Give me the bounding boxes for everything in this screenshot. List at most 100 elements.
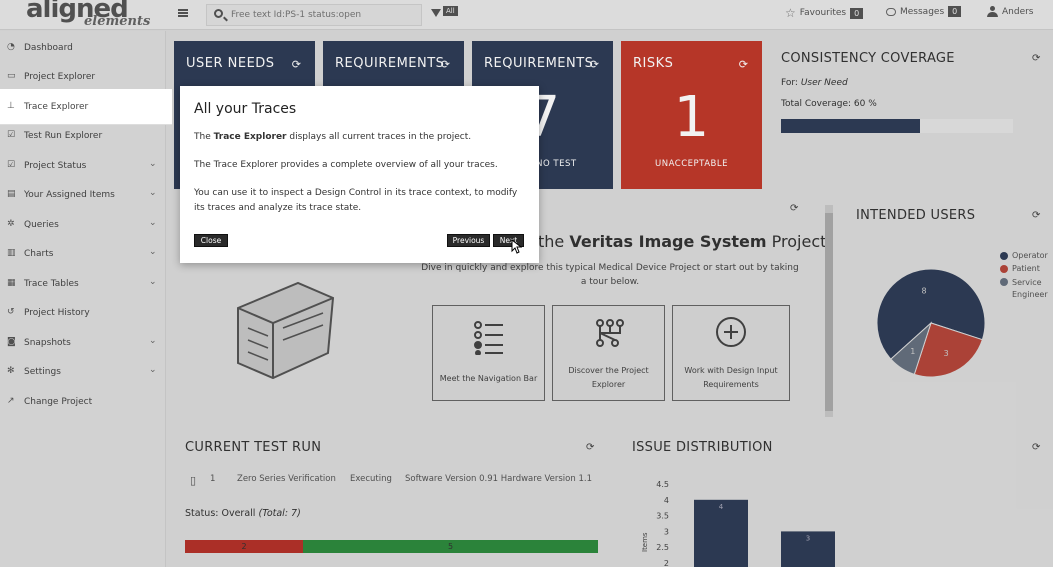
list-icon [474,321,503,355]
legend-swatch [1000,278,1008,286]
test-run-name[interactable]: Zero Series Verification [237,474,336,484]
tile-title: REQUIREMENTS [335,56,445,71]
close-button[interactable]: Close [194,234,228,247]
sidebar-item-queries[interactable]: ✲ Queries ⌄ [0,210,166,239]
welcome-heading-prefix: the [538,232,565,251]
tasks-icon: ☑ [7,160,16,170]
pie-slice-label: 8 [921,286,926,295]
chevron-down-icon: ⌄ [149,218,157,228]
coverage-for-label: For: [781,78,798,88]
tour-card-label: Work with Design Input Requirements [684,366,778,389]
mouse-cursor-icon [511,239,522,254]
sidebar-item-label: Settings [24,367,61,377]
chevron-down-icon: ⌄ [149,188,157,198]
top-bar: aligned elements All ☆ Favourites 0 Mess… [0,0,1053,30]
tile-risks[interactable]: RISKS ⟳ 1 UNACCEPTABLE [621,41,762,189]
bar-chart-icon: ▥ [7,248,16,258]
refresh-icon[interactable]: ⟳ [1032,442,1040,453]
camera-icon: ◙ [7,337,16,347]
refresh-icon[interactable]: ⟳ [1032,53,1040,64]
scrollbar-thumb[interactable] [825,213,833,411]
sidebar-item-project-status[interactable]: ☑ Project Status ⌄ [0,151,166,180]
legend-swatch [1000,265,1008,273]
star-icon: ☆ [785,6,796,20]
hamburger-menu-icon[interactable] [178,9,188,17]
legend-label: Service Engineer [1012,278,1048,299]
refresh-icon[interactable]: ⟳ [590,58,599,71]
tour-dialog-p1: The Trace Explorer displays all current … [194,130,524,145]
tour-card-project-explorer[interactable]: Discover the Project Explorer [552,305,665,401]
messages-count: 0 [948,6,962,17]
coverage-total-label: Total Coverage: [781,99,852,109]
coverage-for: For: User Need [781,78,848,88]
y-tick-label: 2.5 [656,543,669,552]
y-tick-label: 4.5 [656,480,669,489]
refresh-icon[interactable]: ⟳ [790,203,798,214]
welcome-heading-suffix: Project [771,232,827,251]
test-run-id: 1 [210,474,216,484]
tour-card-navigation[interactable]: Meet the Navigation Bar [432,305,545,401]
refresh-icon[interactable]: ⟳ [441,58,450,71]
sidebar-item-label: Snapshots [24,338,71,348]
sidebar-item-label: Queries [24,220,59,230]
refresh-icon[interactable]: ⟳ [739,58,748,71]
sidebar-item-label: Project Status [24,161,87,171]
coverage-for-value: User Need [800,78,848,88]
refresh-icon[interactable]: ⟳ [292,58,301,71]
sidebar-item-project-history[interactable]: ↺ Project History [0,298,166,327]
filter-toggle[interactable]: All [431,6,458,22]
sidebar-item-charts[interactable]: ▥ Charts ⌄ [0,239,166,268]
chat-bubble-icon [886,7,896,16]
user-icon [987,6,998,17]
search-input[interactable] [231,7,417,23]
coverage-total: Total Coverage: 60 % [781,99,877,109]
filter-badge: All [443,6,458,16]
test-run-state: Executing [350,474,392,484]
sidebar-item-dashboard[interactable]: ◔ Dashboard [0,33,166,62]
sidebar-item-trace-explorer[interactable]: ⊥ Trace Explorer [0,89,172,125]
table-icon: ▦ [7,278,16,288]
sidebar-item-assigned-items[interactable]: ▤ Your Assigned Items ⌄ [0,180,166,209]
issue-distribution-title: ISSUE DISTRIBUTION [632,440,773,455]
user-menu[interactable]: Anders [987,6,1034,17]
search-icon [214,9,223,18]
welcome-text: Dive in quickly and explore this typical… [421,263,799,287]
refresh-icon[interactable]: ⟳ [586,442,594,453]
legend-patient[interactable]: Patient [1000,264,1040,273]
tile-title: USER NEEDS [186,56,275,71]
tour-p1-bold: Trace Explorer [213,132,287,142]
gear-icon: ✻ [7,366,15,376]
sidebar-item-trace-tables[interactable]: ▦ Trace Tables ⌄ [0,269,166,298]
filter-icon [431,9,441,17]
coverage-progress-bar [781,119,1013,133]
sidebar-item-snapshots[interactable]: ◙ Snapshots ⌄ [0,328,166,357]
favourites-label: Favourites [799,8,847,18]
sidebar-item-settings[interactable]: ✻ Settings ⌄ [0,357,166,386]
favourites-button[interactable]: ☆ Favourites 0 [785,6,864,20]
test-run-title: CURRENT TEST RUN [185,440,322,455]
tour-card-design-input[interactable]: Work with Design Input Requirements [672,305,790,401]
welcome-scrollbar[interactable] [825,205,833,417]
messages-button[interactable]: Messages 0 [886,6,962,17]
test-run-progress: 2 5 [185,540,598,553]
y-tick-label: 3 [664,527,669,536]
sidebar-item-label: Trace Tables [24,279,79,289]
bar-value-label: 4 [719,503,724,511]
sidebar-item-label: Trace Explorer [24,102,89,112]
sidebar-item-label: Project History [24,308,90,318]
legend-service-engineer[interactable]: Service Engineer [1000,277,1053,301]
sidebar-item-test-run-explorer[interactable]: ☑ Test Run Explorer [0,121,166,150]
previous-button[interactable]: Previous [447,234,490,247]
chevron-down-icon: ⌄ [149,277,157,287]
refresh-icon[interactable]: ⟳ [1032,210,1040,221]
sidebar-item-change-project[interactable]: ↗ Change Project [0,387,166,416]
progress-passed: 5 [303,540,598,553]
tile-subtitle: UNACCEPTABLE [655,159,728,169]
sidebar-item-label: Dashboard [24,43,73,53]
sidebar-item-label: Test Run Explorer [24,131,103,141]
sidebar-item-project-explorer[interactable]: ▭ Project Explorer [0,62,166,91]
legend-operator[interactable]: Operator [1000,251,1048,260]
tile-title: REQUIREMENTS [484,56,594,71]
tile-title: RISKS [633,56,674,71]
tour-card-label: Discover the Project Explorer [568,366,649,389]
